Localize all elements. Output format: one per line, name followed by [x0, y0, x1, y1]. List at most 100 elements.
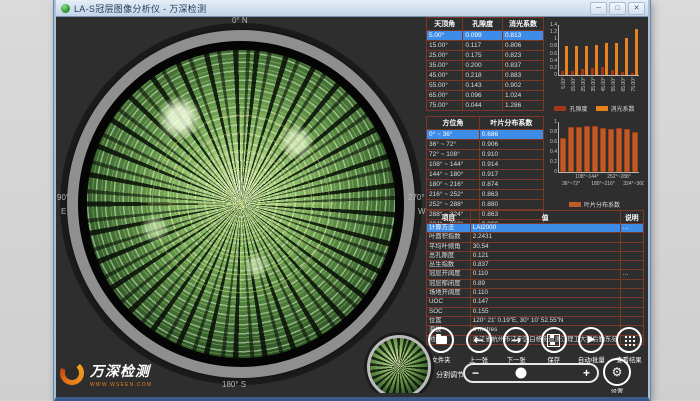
table-row[interactable]: 36° ~ 72°0.906: [427, 140, 544, 150]
table-row[interactable]: 平均叶倾角30.54: [427, 242, 644, 251]
table-cell: 0.147: [470, 298, 620, 307]
table-row[interactable]: 108° ~ 144°0.914: [427, 160, 544, 170]
table-cell: 0.89: [470, 279, 620, 288]
table-row[interactable]: 72° ~ 108°0.910: [427, 150, 544, 160]
save-icon: [547, 334, 560, 347]
table-row[interactable]: 35.00°0.2000.837: [427, 61, 544, 71]
table-cell: [620, 316, 643, 325]
table-cell: 冠层郁闭度: [427, 279, 471, 288]
bar-消光系数-7: [635, 29, 638, 75]
table-row[interactable]: UOC0.147: [427, 298, 644, 307]
table-row[interactable]: SOC0.155: [427, 307, 644, 316]
save-button[interactable]: 保存: [537, 327, 571, 364]
table-row[interactable]: 0° ~ 36°0.686: [427, 130, 544, 140]
table-cell: LAI2000: [470, 224, 620, 233]
main-content: 0° N 180° S 90° E 270° W 天顶角孔隙度消光系数5.00°…: [56, 17, 644, 393]
legend-swatch: [596, 106, 608, 111]
slider-minus-button[interactable]: −: [472, 367, 479, 379]
table-cell: 144° ~ 180°: [427, 170, 480, 180]
titlebar[interactable]: LA-S冠层图像分析仪 - 万深检测 ─ □ ✕: [56, 0, 648, 17]
next-button[interactable]: →下一张: [499, 327, 533, 364]
table-row[interactable]: 75.00°0.0441.286: [427, 101, 544, 111]
table-cell: 1.024: [502, 91, 543, 101]
thumbnail-preview[interactable]: [367, 335, 431, 393]
bar-孔隙度-0: [561, 71, 564, 75]
slider-track[interactable]: [479, 365, 583, 381]
table-row[interactable]: 252° ~ 288°0.880: [427, 200, 544, 210]
table-cell: 0.143: [463, 81, 503, 91]
bar-孔隙度-3: [591, 68, 594, 75]
desktop: LA-S冠层图像分析仪 - 万深检测 ─ □ ✕: [0, 0, 700, 400]
table-cell: 0.218: [463, 71, 503, 81]
table-row[interactable]: 冠层开阔度0.110…: [427, 270, 644, 279]
table-row[interactable]: 25.00°0.1750.823: [427, 51, 544, 61]
slider-label: 分割调节: [436, 370, 464, 380]
table-cell: 冠层开阔度: [427, 270, 471, 279]
table-row[interactable]: 180° ~ 216°0.874: [427, 180, 544, 190]
y-axis-tick: 0.8: [545, 43, 557, 49]
maximize-button[interactable]: □: [609, 2, 626, 15]
table-row[interactable]: 5.00°0.0990.813: [427, 31, 544, 41]
table-cell: [620, 298, 643, 307]
y-axis-tick: 0.4: [545, 149, 557, 155]
table-row[interactable]: 总孔隙度0.121: [427, 251, 644, 260]
legend-swatch: [554, 106, 566, 111]
app-icon: [61, 4, 70, 13]
table-cell: 0.686: [479, 130, 543, 140]
compass-west-degrees: 270°: [408, 193, 425, 202]
table-row[interactable]: 45.00°0.2180.883: [427, 71, 544, 81]
table-row[interactable]: 位置120° 21' 0.19"E, 30° 10' 52.55"N: [427, 316, 644, 325]
table-cell: 15.00°: [427, 41, 463, 51]
minimize-button[interactable]: ─: [590, 2, 607, 15]
table-cell: [620, 251, 643, 260]
y-axis-tick: 1: [545, 119, 557, 125]
column-header: 消光系数: [502, 18, 543, 31]
table-row[interactable]: 计算方法LAI2000…: [427, 224, 644, 233]
segmentation-slider[interactable]: − +: [463, 363, 599, 383]
table-cell: 0.117: [463, 41, 503, 51]
y-axis-tick: 0.2: [545, 65, 557, 71]
bar-消光系数-1: [575, 46, 578, 75]
table-cell: 0.917: [479, 170, 543, 180]
compass-east-degrees: 90°: [57, 193, 69, 202]
table-cell: 0.914: [479, 160, 543, 170]
bar-消光系数-6: [625, 38, 628, 75]
table-cell: 216° ~ 252°: [427, 190, 480, 200]
grid-icon: [623, 334, 635, 346]
table-row[interactable]: 场地开阔度0.110: [427, 289, 644, 298]
slider-plus-button[interactable]: +: [583, 367, 590, 379]
table-row[interactable]: 叶面积指数2.2431: [427, 233, 644, 242]
table-cell: …: [620, 224, 643, 233]
prev-button[interactable]: ←上一张: [462, 327, 496, 364]
table-cell: 0.110: [470, 289, 620, 298]
legend-item: 消光系数: [596, 104, 635, 113]
table-cell: 0.837: [470, 261, 620, 270]
canopy-image[interactable]: [87, 50, 395, 358]
compass-south-label: 180° S: [222, 380, 246, 389]
bar-孔隙度-7: [631, 73, 634, 75]
settings-button[interactable]: ⚙ 设置: [603, 358, 631, 393]
bar-消光系数-3: [595, 45, 598, 75]
y-axis-tick: 0.6: [545, 139, 557, 145]
parameters-table: 项目值说明计算方法LAI2000…叶面积指数2.2431平均叶倾角30.54总孔…: [426, 210, 644, 345]
table-row[interactable]: 216° ~ 252°0.863: [427, 190, 544, 200]
column-header: 说明: [620, 211, 643, 224]
table-cell: 35.00°: [427, 61, 463, 71]
table-row[interactable]: 55.00°0.1430.902: [427, 81, 544, 91]
close-button[interactable]: ✕: [628, 2, 645, 15]
table-cell: 36° ~ 72°: [427, 140, 480, 150]
y-axis-tick: 0.2: [545, 159, 557, 165]
table-row[interactable]: 15.00°0.1170.806: [427, 41, 544, 51]
y-axis-tick: 1.4: [545, 22, 557, 28]
table-row[interactable]: 65.00°0.0961.024: [427, 91, 544, 101]
table-cell: 0.044: [463, 101, 503, 111]
table-cell: [620, 261, 643, 270]
legend-swatch: [569, 202, 581, 207]
column-header: 值: [470, 211, 620, 224]
y-axis-tick: 0.4: [545, 58, 557, 64]
table-row[interactable]: 丛生指数0.837: [427, 261, 644, 270]
table-cell: SOC: [427, 307, 471, 316]
slider-knob[interactable]: [515, 368, 526, 379]
table-row[interactable]: 144° ~ 180°0.917: [427, 170, 544, 180]
table-row[interactable]: 冠层郁闭度0.89: [427, 279, 644, 288]
